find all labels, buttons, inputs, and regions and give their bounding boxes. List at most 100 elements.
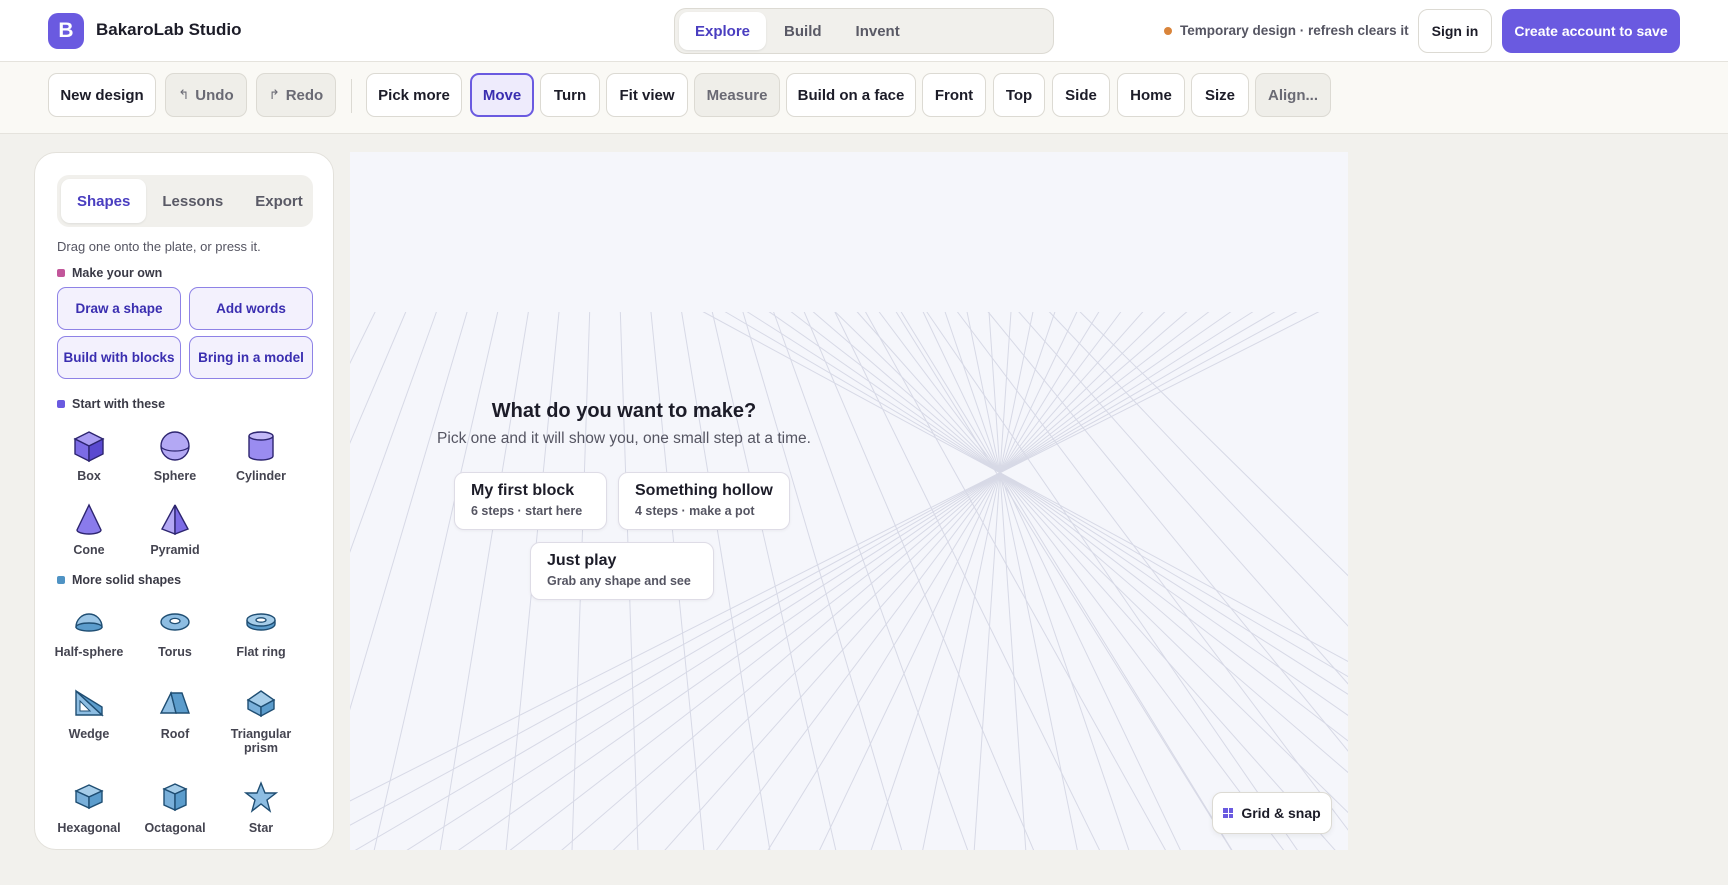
app-logo[interactable]: B <box>48 13 84 49</box>
shapes-panel: Shapes Lessons Export Drag one onto the … <box>34 152 334 850</box>
bring-in-model-button[interactable]: Bring in a model <box>189 336 313 379</box>
size-button[interactable]: Size <box>1191 73 1249 117</box>
choice-title: Just play <box>547 552 617 569</box>
front-view-button[interactable]: Front <box>922 73 986 117</box>
draw-shape-button[interactable]: Draw a shape <box>57 287 181 330</box>
grid-line <box>709 301 837 850</box>
build-on-face-button[interactable]: Build on a face <box>786 73 916 117</box>
shape-octagonal[interactable]: Octagonal <box>132 781 218 849</box>
choice-just-play[interactable]: Just play Grab any shape and see <box>530 542 714 600</box>
tab-lessons[interactable]: Lessons <box>146 179 239 223</box>
new-design-button[interactable]: New design <box>48 73 156 117</box>
grid-line <box>889 301 1232 850</box>
add-words-button[interactable]: Add words <box>189 287 313 330</box>
grid-line <box>350 296 1348 802</box>
create-account-button[interactable]: Create account to save <box>1502 9 1680 53</box>
tab-invent[interactable]: Invent <box>840 12 916 50</box>
grid-line <box>819 296 1085 850</box>
shape-wedge[interactable]: Wedge <box>46 687 132 757</box>
temporary-design-text: Temporary design · refresh clears it <box>1180 23 1409 38</box>
shape-label: Roof <box>160 727 190 741</box>
redo-icon: ↱ <box>268 87 280 102</box>
shape-label: Flat ring <box>236 645 286 659</box>
build-with-blocks-button[interactable]: Build with blocks <box>57 336 181 379</box>
pyramid-icon <box>161 504 189 536</box>
cone-icon <box>76 503 102 535</box>
app-title: BakaroLab Studio <box>96 20 242 39</box>
section-marker-icon <box>57 269 65 277</box>
shape-half-sphere[interactable]: Half-sphere <box>46 605 132 675</box>
grid-snap-button[interactable]: Grid & snap <box>1212 792 1332 834</box>
measure-button[interactable]: Measure <box>694 73 780 117</box>
redo-button[interactable]: ↱ Redo <box>256 73 336 117</box>
shape-cone[interactable]: Cone <box>46 503 132 573</box>
toolbar: New design ↰ Undo ↱ Redo Pick more Move … <box>0 62 1728 134</box>
grid-line <box>350 301 441 554</box>
sphere-icon <box>160 431 190 461</box>
top-view-button[interactable]: Top <box>993 73 1045 117</box>
shape-flat-ring[interactable]: Flat ring <box>218 605 304 675</box>
shape-star[interactable]: Star <box>218 781 304 849</box>
section-label-text: More solid shapes <box>72 573 182 587</box>
sign-in-button[interactable]: Sign in <box>1418 9 1492 53</box>
section-start-with-these: Start with these <box>57 397 165 411</box>
welcome-prompt-subtitle: Pick one and it will show you, one small… <box>437 430 811 447</box>
wedge-icon <box>75 689 104 717</box>
tab-explore[interactable]: Explore <box>679 12 767 50</box>
grid-line <box>675 296 1348 663</box>
shape-hexagonal[interactable]: Hexagonal <box>46 781 132 849</box>
grid-horizon-mask <box>350 152 1348 312</box>
shape-label: Hexagonal <box>57 821 121 835</box>
turn-button[interactable]: Turn <box>540 73 600 117</box>
grid-line <box>723 296 1348 695</box>
shape-label: Star <box>248 821 274 835</box>
panel-tabs: Shapes Lessons Export <box>57 175 313 227</box>
section-marker-icon <box>57 576 65 584</box>
grid-line <box>439 301 531 850</box>
grid-line <box>767 296 1109 850</box>
shape-label: Half-sphere <box>54 645 124 659</box>
shape-label: Sphere <box>153 469 197 483</box>
choice-title: My first block <box>471 482 575 499</box>
grid-line <box>915 296 1181 850</box>
shape-triangular-prism[interactable]: Triangular prism <box>218 687 304 757</box>
shape-sphere[interactable]: Sphere <box>132 429 218 499</box>
choice-something-hollow[interactable]: Something hollow 4 steps · make a pot <box>618 472 790 530</box>
shape-torus[interactable]: Torus <box>132 605 218 675</box>
shape-label: Cone <box>73 543 105 557</box>
section-label-text: Start with these <box>72 397 166 411</box>
cylinder-icon <box>248 431 274 461</box>
choice-my-first-block[interactable]: My first block 6 steps · start here <box>454 472 607 530</box>
move-button[interactable]: Move <box>470 73 534 117</box>
box-icon <box>73 431 105 463</box>
shape-pyramid[interactable]: Pyramid <box>132 503 218 573</box>
undo-button[interactable]: ↰ Undo <box>165 73 247 117</box>
tab-export[interactable]: Export <box>239 179 319 223</box>
temporary-design-note: Temporary design · refresh clears it <box>1164 23 1409 38</box>
tab-shapes[interactable]: Shapes <box>61 179 147 223</box>
top-bar: B BakaroLab Studio Explore Build Invent … <box>0 0 1728 62</box>
section-marker-icon <box>57 400 65 408</box>
shape-box[interactable]: Box <box>46 429 132 499</box>
shape-label: Octagonal <box>144 821 206 835</box>
section-label-text: Make your own <box>72 266 163 280</box>
shape-roof[interactable]: Roof <box>132 687 218 757</box>
octagonal-prism-icon <box>162 783 188 812</box>
tab-build[interactable]: Build <box>768 12 838 50</box>
undo-icon: ↰ <box>178 87 190 102</box>
home-view-button[interactable]: Home <box>1117 73 1185 117</box>
grid-line <box>739 301 903 850</box>
shape-label: Box <box>77 469 101 483</box>
shape-cylinder[interactable]: Cylinder <box>218 429 304 499</box>
grid-line <box>350 296 1325 826</box>
side-view-button[interactable]: Side <box>1052 73 1110 117</box>
grid-line <box>963 296 1078 850</box>
3d-viewport[interactable]: What do you want to make? Pick one and i… <box>350 152 1348 850</box>
panel-hint: Drag one onto the plate, or press it. <box>57 239 261 254</box>
pick-more-button[interactable]: Pick more <box>366 73 462 117</box>
align-button[interactable]: Align... <box>1255 73 1331 117</box>
choice-subtitle: 4 steps · make a pot <box>635 504 755 518</box>
fit-view-button[interactable]: Fit view <box>606 73 688 117</box>
grid-line <box>1069 301 1348 577</box>
status-dot-icon <box>1164 26 1172 35</box>
